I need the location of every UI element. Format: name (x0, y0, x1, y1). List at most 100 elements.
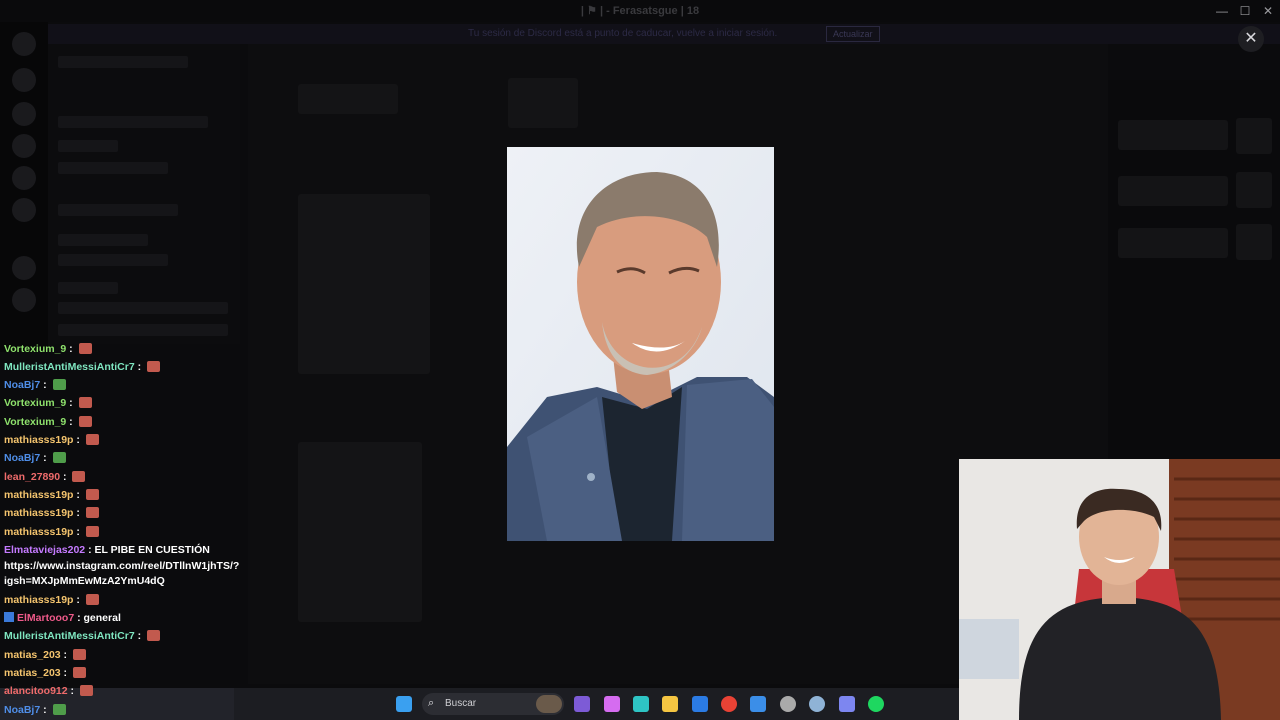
chat-username: matias_203 (4, 649, 61, 661)
server-icon[interactable] (12, 198, 36, 222)
emote-icon (147, 361, 161, 372)
obs-icon[interactable] (780, 696, 796, 712)
chat-message: NoaBj7 : (4, 704, 66, 717)
emote-icon (52, 379, 66, 390)
emote-icon (52, 704, 66, 715)
emote-icon (85, 434, 99, 445)
channel-item[interactable] (58, 116, 208, 128)
channel-item[interactable] (58, 324, 228, 336)
server-icon[interactable] (12, 256, 36, 280)
emote-icon (72, 649, 86, 660)
server-icon[interactable] (12, 32, 36, 56)
chat-username: mathiasss19p (4, 434, 74, 446)
server-icon[interactable] (12, 68, 36, 92)
chat-username: NoaBj7 (4, 379, 41, 391)
task-view-icon[interactable] (574, 696, 590, 712)
chat-message: MulleristAntiMessiAntiCr7 : (4, 361, 161, 374)
member-list (1108, 80, 1280, 460)
member-item[interactable] (1118, 176, 1228, 206)
chat-username: NoaBj7 (4, 704, 41, 716)
chat-text: EL PIBE EN CUESTIÓN (94, 544, 210, 556)
session-banner: Tu sesión de Discord está a punto de cad… (48, 24, 1280, 44)
window-titlebar: | ⚑ | - Ferasatsgue | 18 — ☐ ✕ (0, 0, 1280, 22)
server-name[interactable] (58, 56, 188, 68)
chat-message: NoaBj7 : (4, 379, 66, 392)
chat-text[interactable]: igsh=MXJpMmEwMzA2YmU4dQ (4, 575, 165, 587)
member-avatar (1236, 224, 1272, 260)
chrome-icon[interactable] (721, 696, 737, 712)
channel-sidebar (48, 44, 240, 344)
chat-username: Vortexium_9 (4, 343, 67, 355)
webcam-overlay (959, 459, 1280, 720)
emote-icon (72, 471, 86, 482)
chat-message: mathiasss19p : (4, 434, 99, 447)
chat-message: mathiasss19p : (4, 526, 99, 539)
chat-message: lean_27890 : (4, 471, 86, 484)
embedded-image (298, 194, 430, 374)
chat-message: MulleristAntiMessiAntiCr7 : (4, 630, 161, 643)
chat-message: Elmataviejas202 : EL PIBE EN CUESTIÓN (4, 544, 210, 556)
chat-link-line: igsh=MXJpMmEwMzA2YmU4dQ (4, 575, 165, 588)
search-highlight-icon (536, 695, 562, 713)
emote-icon (78, 343, 92, 354)
emote-icon (78, 397, 92, 408)
chat-username: mathiasss19p (4, 507, 74, 519)
search-placeholder: Buscar (445, 698, 477, 709)
window-close-button[interactable]: ✕ (1260, 3, 1276, 19)
spotify-icon[interactable] (868, 696, 884, 712)
discord-icon[interactable] (839, 696, 855, 712)
chat-username: lean_27890 (4, 471, 61, 483)
outlook-icon[interactable] (750, 696, 766, 712)
server-icon[interactable] (12, 102, 36, 126)
minimize-button[interactable]: — (1214, 3, 1230, 19)
channel-item[interactable] (58, 234, 148, 246)
taskbar-search[interactable]: ⌕ Buscar (422, 693, 564, 715)
chat-message: alancitoo912 : (4, 685, 93, 698)
embedded-image (298, 442, 422, 622)
windows-start-icon[interactable] (396, 696, 412, 712)
chat-username: matias_203 (4, 667, 61, 679)
channel-item[interactable] (58, 140, 118, 152)
server-icon[interactable] (12, 288, 36, 312)
search-icon: ⌕ (428, 697, 435, 709)
chat-username: mathiasss19p (4, 489, 74, 501)
server-icon[interactable] (12, 134, 36, 158)
server-icon[interactable] (12, 166, 36, 190)
channel-item[interactable] (58, 302, 228, 314)
member-avatar (1236, 172, 1272, 208)
chat-username: ElMartooo7 (17, 612, 75, 624)
maximize-button[interactable]: ☐ (1237, 3, 1253, 19)
member-item[interactable] (1118, 228, 1228, 258)
banner-button[interactable]: Actualizar (826, 26, 880, 42)
chat-username: Vortexium_9 (4, 397, 67, 409)
emote-icon (85, 526, 99, 537)
chat-username: alancitoo912 (4, 685, 68, 697)
store-icon[interactable] (692, 696, 708, 712)
chat-username: mathiasss19p (4, 526, 74, 538)
channel-item[interactable] (58, 204, 178, 216)
chat-message: Vortexium_9 : (4, 416, 92, 429)
emote-icon (52, 452, 66, 463)
edge-icon[interactable] (633, 696, 649, 712)
channel-item[interactable] (58, 282, 118, 294)
chat-message: matias_203 : (4, 667, 86, 680)
folder-icon[interactable] (662, 696, 678, 712)
steam-icon[interactable] (809, 696, 825, 712)
channel-item[interactable] (58, 254, 168, 266)
chat-message: NoaBj7 : (4, 452, 66, 465)
chat-text[interactable]: https://www.instagram.com/reel/DTllnW1jh… (4, 560, 239, 572)
chat-username: NoaBj7 (4, 452, 41, 464)
message-ghost (508, 78, 578, 128)
chat-message: matias_203 : (4, 649, 86, 662)
viewer-close-button[interactable]: ✕ (1238, 26, 1264, 52)
subscriber-badge-icon (4, 612, 14, 622)
emote-icon (85, 489, 99, 500)
chat-text: general (83, 612, 121, 624)
copilot-icon[interactable] (604, 696, 620, 712)
chat-message: mathiasss19p : (4, 489, 99, 502)
member-item[interactable] (1118, 120, 1228, 150)
message-ghost (298, 84, 398, 114)
channel-item[interactable] (58, 162, 168, 174)
chat-link-line: https://www.instagram.com/reel/DTllnW1jh… (4, 560, 239, 573)
chat-message: mathiasss19p : (4, 507, 99, 520)
